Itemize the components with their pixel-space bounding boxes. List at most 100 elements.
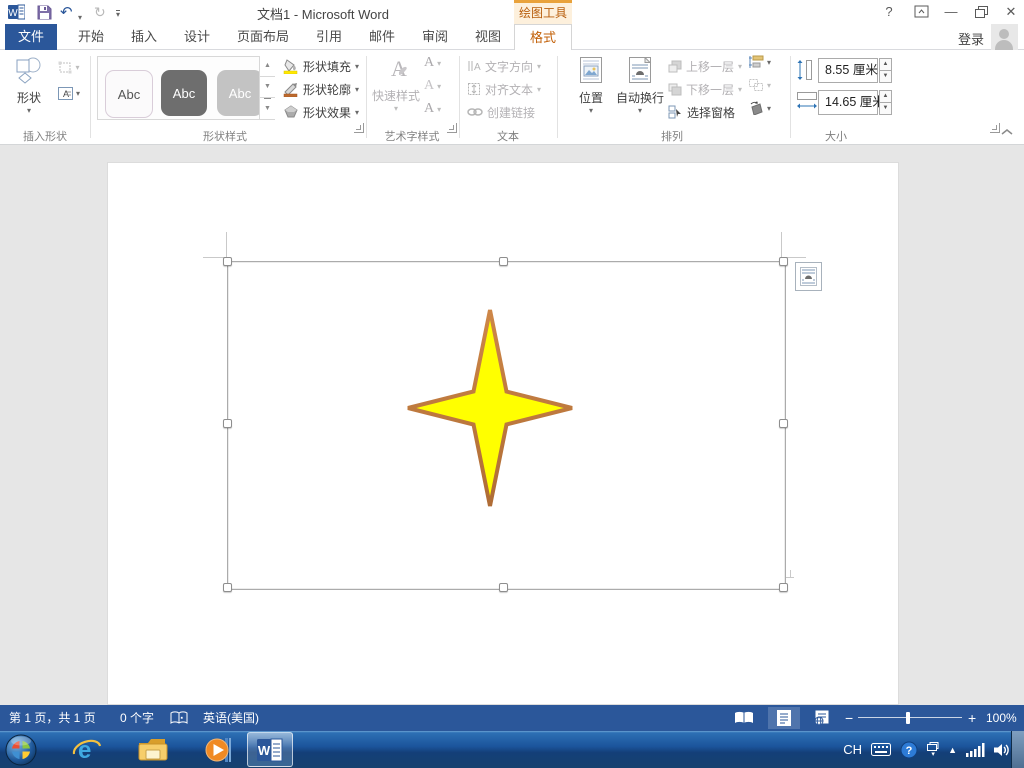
web-layout-button[interactable] xyxy=(806,707,838,729)
tab-file[interactable]: 文件 xyxy=(5,24,57,50)
shape-fill-button[interactable]: 形状填充 ▾ xyxy=(283,55,359,77)
group-objects-button[interactable]: ▾ xyxy=(748,78,771,92)
undo-button[interactable]: ↶ xyxy=(60,4,73,21)
zoom-slider-track[interactable] xyxy=(858,717,962,718)
language-bar-options[interactable]: ▾ xyxy=(927,742,939,758)
tab-references[interactable]: 引用 xyxy=(302,24,356,50)
width-spin-down[interactable]: ▼ xyxy=(879,102,892,115)
resize-handle-e[interactable] xyxy=(779,419,788,428)
height-spinner[interactable]: ▲ ▼ xyxy=(879,58,892,83)
avatar[interactable] xyxy=(991,24,1018,50)
text-outline-button[interactable]: A ▾ xyxy=(424,78,454,94)
close-button[interactable]: ✕ xyxy=(998,3,1024,21)
collapse-ribbon-button[interactable] xyxy=(1000,124,1014,142)
page-indicator[interactable]: 第 1 页，共 1 页 xyxy=(9,705,96,731)
network-icon[interactable] xyxy=(966,742,985,757)
save-button[interactable] xyxy=(37,4,52,20)
shape-effects-button[interactable]: 形状效果 ▾ xyxy=(283,101,359,123)
redo-icon: ↻ xyxy=(94,3,106,20)
tab-page-layout[interactable]: 页面布局 xyxy=(223,24,303,50)
internet-explorer-button[interactable]: e xyxy=(70,733,104,766)
zoom-level[interactable]: 100% xyxy=(986,705,1017,731)
rotate-objects-icon xyxy=(750,101,763,115)
tab-mailings[interactable]: 邮件 xyxy=(355,24,409,50)
zoom-in-button[interactable]: + xyxy=(968,705,976,731)
layout-options-icon xyxy=(800,267,817,286)
text-fill-button[interactable]: A ▾ xyxy=(424,55,454,71)
shape-width-field[interactable]: 14.65 厘米 xyxy=(818,90,885,115)
bring-forward-button[interactable]: 上移一层 ▾ xyxy=(668,55,742,77)
shapes-button[interactable]: 形状 ▾ xyxy=(6,54,52,126)
shape-style-2[interactable]: Abc xyxy=(161,70,207,116)
tab-home[interactable]: 开始 xyxy=(64,24,118,50)
shape-height-field[interactable]: 8.55 厘米 xyxy=(818,58,878,83)
word-count[interactable]: 0 个字 xyxy=(120,705,154,731)
tab-review[interactable]: 审阅 xyxy=(408,24,462,50)
gallery-scroll-down[interactable]: ▼ xyxy=(259,77,275,98)
document-area[interactable] xyxy=(0,145,1024,705)
shape-styles-dialog-launcher[interactable] xyxy=(354,123,364,133)
text-effects-button[interactable]: A ▾ xyxy=(424,101,454,117)
minimize-button[interactable]: — xyxy=(938,3,964,21)
gallery-scroll-up[interactable]: ▲ xyxy=(259,56,275,77)
tab-view[interactable]: 视图 xyxy=(461,24,515,50)
wordart-dialog-launcher[interactable] xyxy=(447,123,457,133)
show-desktop-button[interactable] xyxy=(1011,731,1024,768)
undo-dropdown[interactable]: ▾ xyxy=(78,9,82,25)
resize-handle-nw[interactable] xyxy=(223,257,232,266)
help-button[interactable]: ? xyxy=(876,3,902,21)
create-link-button[interactable]: 创建链接 xyxy=(467,101,535,123)
send-backward-button[interactable]: 下移一层 ▾ xyxy=(668,78,742,100)
rotate-objects-button[interactable]: ▾ xyxy=(748,101,771,115)
ribbon-display-options-button[interactable] xyxy=(908,5,934,23)
media-player-button[interactable] xyxy=(200,733,234,766)
zoom-slider-thumb[interactable] xyxy=(906,712,910,724)
read-mode-button[interactable] xyxy=(728,707,760,729)
shape-style-3[interactable]: Abc xyxy=(217,70,263,116)
redo-button[interactable]: ↻ xyxy=(94,4,106,20)
show-hidden-icons-button[interactable]: ▲ xyxy=(948,745,957,755)
media-player-icon xyxy=(205,737,231,762)
file-explorer-button[interactable] xyxy=(136,733,170,766)
draw-text-box-button[interactable]: A ▾ xyxy=(52,82,86,104)
text-direction-button[interactable]: A 文字方向 ▾ xyxy=(467,55,541,77)
resize-handle-se[interactable] xyxy=(779,583,788,592)
print-layout-button[interactable] xyxy=(768,707,800,729)
selection-pane-button[interactable]: 选择窗格 xyxy=(668,101,735,123)
tab-design[interactable]: 设计 xyxy=(170,24,224,50)
resize-handle-n[interactable] xyxy=(499,257,508,266)
edit-shape-button[interactable]: ▾ xyxy=(52,56,86,78)
resize-handle-ne[interactable] xyxy=(779,257,788,266)
word-taskbar-button[interactable]: W xyxy=(247,732,293,767)
tab-format-active[interactable]: 格式 xyxy=(514,24,572,51)
internet-explorer-icon: e xyxy=(72,737,102,764)
tab-insert[interactable]: 插入 xyxy=(117,24,171,50)
start-button[interactable] xyxy=(4,733,38,766)
proofing-status-icon[interactable] xyxy=(170,711,188,728)
width-spinner[interactable]: ▲ ▼ xyxy=(879,90,892,115)
shape-outline-button[interactable]: 形状轮廓 ▾ xyxy=(283,78,359,100)
keyboard-icon[interactable] xyxy=(871,743,892,756)
quick-styles-button[interactable]: A 快速样式 ▾ xyxy=(372,54,420,126)
qat-customize-button[interactable]: ▾ xyxy=(116,6,121,22)
resize-handle-s[interactable] xyxy=(499,583,508,592)
layout-options-button[interactable] xyxy=(795,262,822,291)
zoom-out-button[interactable]: − xyxy=(845,705,853,731)
volume-icon[interactable] xyxy=(994,743,1010,757)
size-dialog-launcher[interactable] xyxy=(990,123,1000,133)
resize-handle-sw[interactable] xyxy=(223,583,232,592)
resize-handle-w[interactable] xyxy=(223,419,232,428)
align-text-button[interactable]: 对齐文本 ▾ xyxy=(467,78,541,100)
gallery-more-button[interactable]: ▼ xyxy=(259,98,275,120)
align-objects-button[interactable]: ▾ xyxy=(748,55,771,69)
position-button[interactable]: 位置 ▾ xyxy=(570,54,612,126)
restore-button[interactable] xyxy=(968,5,994,23)
ime-indicator[interactable]: CH xyxy=(843,742,862,757)
wrap-text-button[interactable]: 自动换行 ▾ xyxy=(614,54,666,126)
language-indicator[interactable]: 英语(美国) xyxy=(203,705,259,731)
height-spin-down[interactable]: ▼ xyxy=(879,70,892,83)
sign-in-link[interactable]: 登录 xyxy=(958,29,984,48)
language-help-icon[interactable]: ? xyxy=(900,741,918,759)
shape-style-1[interactable]: Abc xyxy=(105,70,153,118)
four-point-star-shape[interactable] xyxy=(400,302,580,519)
